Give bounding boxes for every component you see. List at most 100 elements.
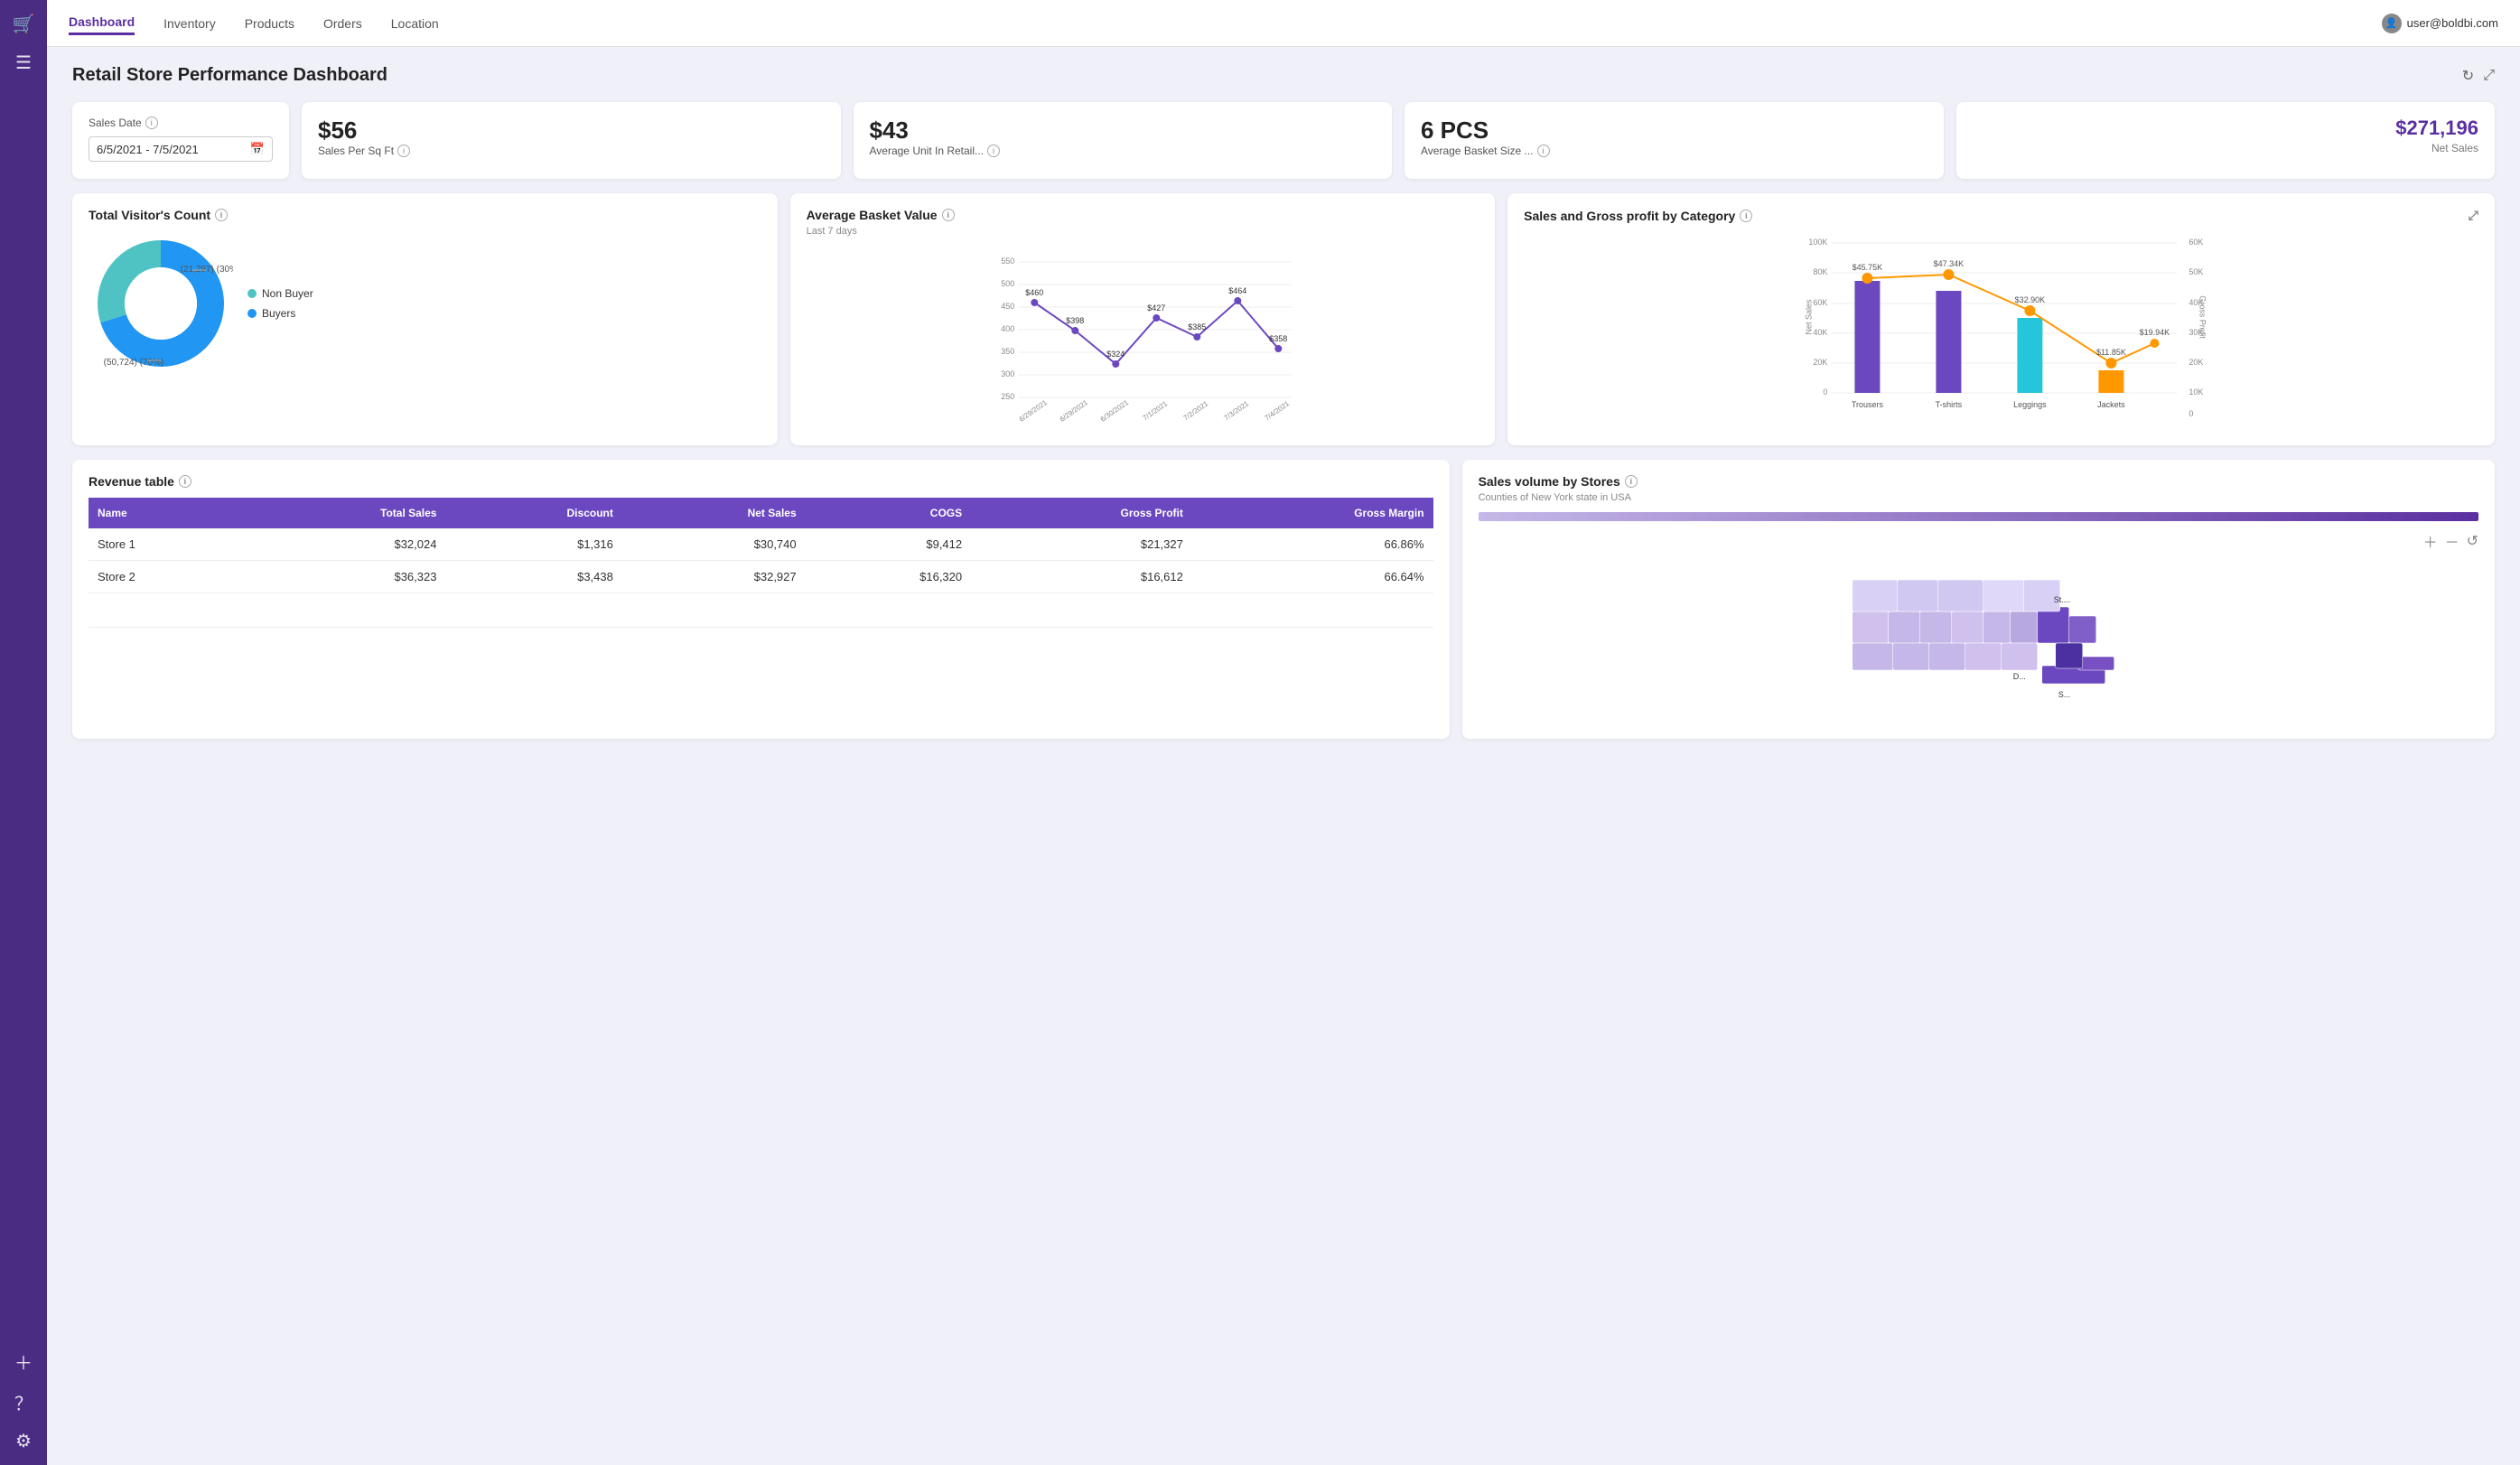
svg-text:6/29/2021: 6/29/2021 [1058, 398, 1089, 424]
info-icon: i [145, 117, 158, 129]
tab-dashboard[interactable]: Dashboard [69, 11, 135, 35]
legend-non-buyer: Non Buyer [247, 287, 313, 300]
row2-gross-margin: 66.64% [1192, 561, 1433, 593]
row1-name: Store 1 [89, 528, 242, 561]
buyer-dot [247, 309, 257, 318]
header-actions: ↻ ⤢ [2462, 67, 2495, 85]
svg-text:500: 500 [1001, 279, 1014, 288]
tab-inventory[interactable]: Inventory [163, 13, 216, 34]
tab-orders[interactable]: Orders [323, 13, 362, 34]
svg-text:(21,297) (30%): (21,297) (30%) [181, 265, 233, 275]
map-zoom-in[interactable]: ＋ [2423, 530, 2438, 552]
map-reset[interactable]: ↺ [2467, 532, 2478, 550]
svg-text:60K: 60K [1814, 298, 1828, 307]
bar-trousers [1855, 281, 1881, 393]
charts-row: Total Visitor's Count i (21,297) (30%) (… [72, 193, 2495, 445]
sales-date-label: Sales Date i [89, 117, 273, 129]
col-net-sales: Net Sales [622, 498, 806, 528]
svg-text:$324: $324 [1106, 350, 1125, 359]
svg-text:$460: $460 [1025, 288, 1043, 297]
table-row-empty [89, 593, 1433, 628]
gp-point-extra [2151, 339, 2160, 348]
avg-basket-label: Average Basket Size ... i [1421, 145, 1927, 157]
avg-unit-label: Average Unit In Retail... i [870, 145, 1377, 157]
svg-text:$385: $385 [1188, 322, 1206, 331]
svg-text:450: 450 [1001, 302, 1014, 311]
info-icon-category: i [1740, 210, 1752, 222]
svg-text:(50,724) (70%): (50,724) (70%) [104, 358, 164, 368]
page-title: Retail Store Performance Dashboard [72, 65, 387, 86]
main-area: Dashboard Inventory Products Orders Loca… [47, 0, 2520, 1465]
svg-text:S...: S... [2058, 690, 2070, 699]
non-buyer-dot [247, 289, 257, 298]
revenue-table-title: Revenue table i [89, 474, 1433, 489]
svg-text:550: 550 [1001, 257, 1014, 266]
svg-text:0: 0 [2189, 409, 2194, 418]
svg-text:T-shirts: T-shirts [1936, 400, 1963, 409]
col-gross-profit: Gross Profit [971, 498, 1192, 528]
svg-text:50K: 50K [2189, 267, 2204, 276]
svg-text:7/1/2021: 7/1/2021 [1141, 399, 1169, 423]
info-icon-map: i [1625, 475, 1638, 488]
info-icon-basket: i [1537, 145, 1550, 157]
svg-text:Net Sales: Net Sales [1805, 299, 1814, 335]
svg-text:60K: 60K [2189, 238, 2204, 247]
avg-unit-value: $43 [870, 117, 1377, 145]
top-navigation: Dashboard Inventory Products Orders Loca… [47, 0, 2520, 47]
svg-text:400: 400 [1001, 324, 1014, 333]
svg-text:D...: D... [2012, 672, 2025, 681]
kpi-avg-unit: $43 Average Unit In Retail... i [854, 102, 1393, 179]
basket-chart-title: Average Basket Value i [807, 208, 1479, 222]
row1-gross-profit: $21,327 [971, 528, 1192, 561]
sidebar-menu-icon[interactable]: ☰ [15, 51, 32, 74]
expand-button[interactable]: ⤢ [2483, 67, 2495, 85]
sales-sqft-label: Sales Per Sq Ft i [318, 145, 825, 157]
table-row: Store 1 $32,024 $1,316 $30,740 $9,412 $2… [89, 528, 1433, 561]
avg-basket-value: 6 PCS [1421, 117, 1927, 145]
row2-gross-profit: $16,612 [971, 561, 1192, 593]
sidebar-settings-icon[interactable]: ⚙ [15, 1430, 32, 1452]
donut-container: (21,297) (30%) (50,724) (70%) Non Buyer … [89, 231, 761, 376]
expand-category-icon[interactable]: ⤢ [2469, 208, 2478, 223]
tab-location[interactable]: Location [391, 13, 439, 34]
visitor-chart-title: Total Visitor's Count i [89, 208, 761, 222]
svg-text:250: 250 [1001, 392, 1014, 401]
map-title: Sales volume by Stores i [1479, 474, 2478, 489]
info-icon-basket-chart: i [942, 209, 955, 221]
svg-text:St....: St.... [2053, 595, 2070, 604]
donut-legend: Non Buyer Buyers [247, 287, 313, 320]
svg-text:6/29/2021: 6/29/2021 [1017, 398, 1049, 424]
row1-total-sales: $32,024 [242, 528, 446, 561]
svg-text:7/2/2021: 7/2/2021 [1181, 399, 1209, 423]
refresh-button[interactable]: ↻ [2462, 67, 2474, 85]
donut-svg: (21,297) (30%) (50,724) (70%) [89, 231, 233, 376]
col-discount: Discount [445, 498, 621, 528]
svg-text:20K: 20K [2189, 358, 2204, 367]
table-header-row: Name Total Sales Discount Net Sales COGS… [89, 498, 1433, 528]
col-name: Name [89, 498, 242, 528]
map-zoom-out[interactable]: － [2445, 530, 2459, 552]
tab-products[interactable]: Products [245, 13, 294, 34]
row2-net-sales: $32,927 [622, 561, 806, 593]
kpi-sales-date: Sales Date i 6/5/2021 - 7/5/2021 📅 [72, 102, 289, 179]
kpi-sales-sqft: $56 Sales Per Sq Ft i [302, 102, 841, 179]
bar-leggings [2018, 318, 2043, 393]
revenue-table-card: Revenue table i Name Total Sales Discoun… [72, 460, 1450, 739]
basket-chart-subtitle: Last 7 days [807, 226, 1479, 237]
kpi-avg-basket: 6 PCS Average Basket Size ... i [1405, 102, 1944, 179]
row1-discount: $1,316 [445, 528, 621, 561]
sidebar-cart-icon[interactable]: 🛒 [13, 13, 35, 35]
svg-text:80K: 80K [1814, 267, 1828, 276]
info-icon-revenue: i [179, 475, 191, 488]
svg-text:6/30/2021: 6/30/2021 [1098, 398, 1130, 424]
svg-text:100K: 100K [1809, 238, 1828, 247]
sidebar-add-icon[interactable]: ＋ [14, 1348, 33, 1375]
table-row: Store 2 $36,323 $3,438 $32,927 $16,320 $… [89, 561, 1433, 593]
sidebar-help-icon[interactable]: ？ [14, 1389, 33, 1415]
date-input[interactable]: 6/5/2021 - 7/5/2021 📅 [89, 136, 273, 162]
map-card: Sales volume by Stores i Counties of New… [1462, 460, 2495, 739]
row1-gross-margin: 66.86% [1192, 528, 1433, 561]
svg-text:Gross Profit: Gross Profit [2198, 295, 2207, 339]
row2-name: Store 2 [89, 561, 242, 593]
svg-text:350: 350 [1001, 347, 1014, 356]
